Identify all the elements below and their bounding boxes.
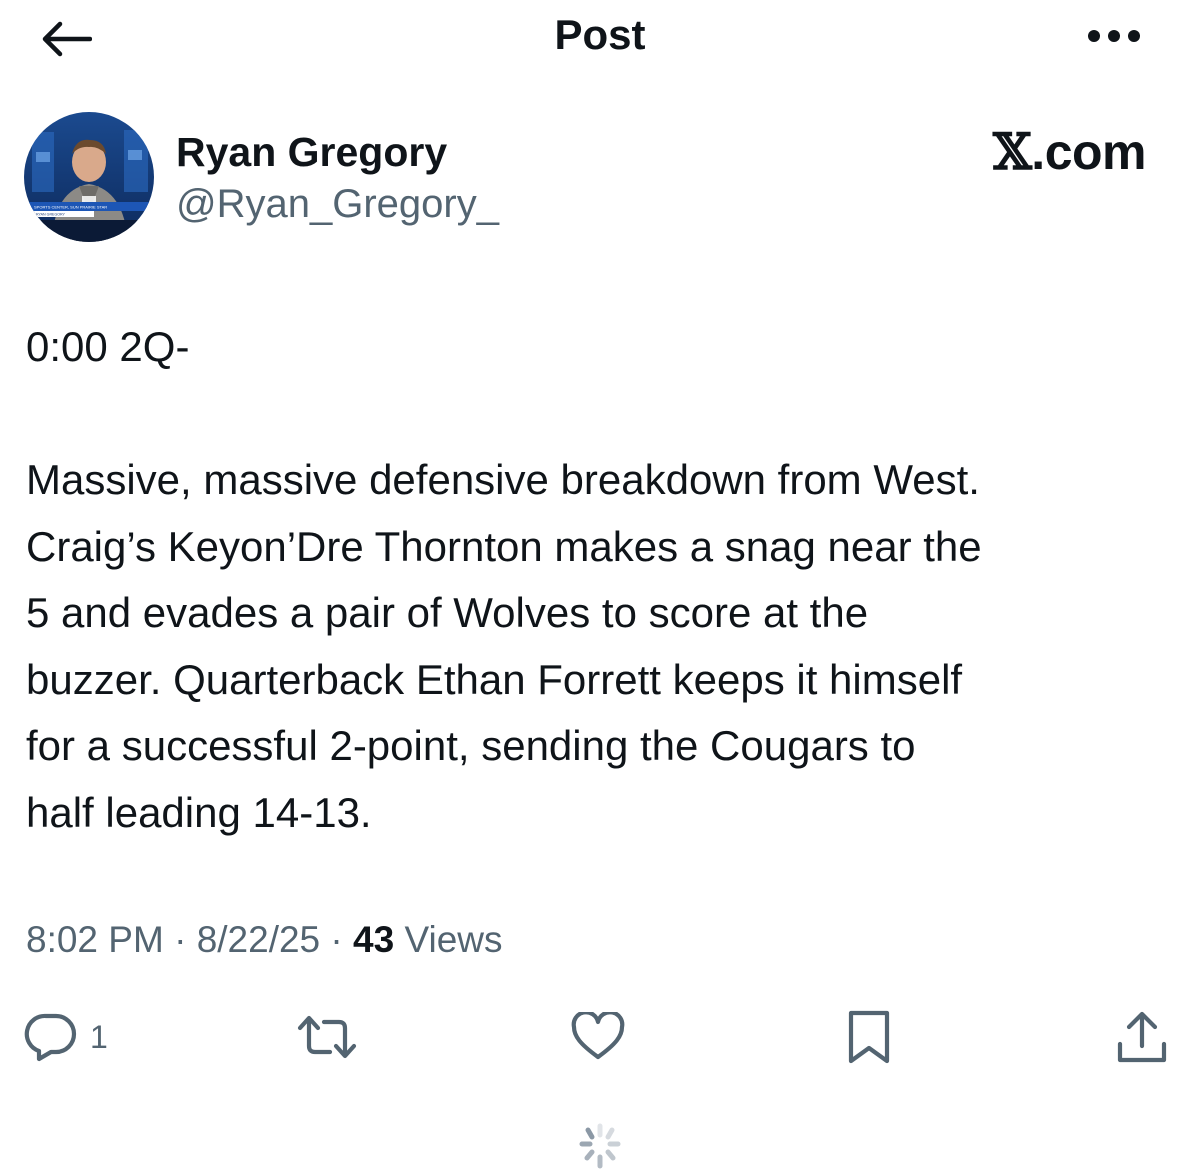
share-button[interactable] (1114, 1005, 1170, 1069)
bookmark-button[interactable] (846, 1005, 892, 1069)
x-com-watermark: 𝕏.com (993, 122, 1146, 181)
brand-suffix: .com (1031, 124, 1146, 180)
meta-separator: · (163, 919, 197, 960)
post-line: 5 and evades a pair of Wolves to score a… (26, 589, 869, 636)
more-options-button[interactable] (1084, 16, 1144, 56)
heart-icon (571, 1012, 625, 1060)
share-icon (1117, 1011, 1167, 1063)
author-display-name[interactable]: Ryan Gregory (176, 128, 447, 176)
post-line: Craig’s Keyon’Dre Thornton makes a snag … (26, 522, 982, 570)
bookmark-icon (848, 1010, 890, 1064)
post-meta: 8:02 PM · 8/22/25 · 43 Views (26, 915, 503, 965)
meta-separator: · (320, 919, 354, 960)
views-count[interactable]: 43 (353, 919, 394, 960)
loading-spinner-icon (579, 1123, 621, 1169)
avatar-caption-name: RYAN GREGORY (36, 213, 66, 217)
x-logo: 𝕏 (993, 122, 1032, 181)
post-date[interactable]: 8/22/25 (197, 919, 320, 960)
more-horizontal-icon (1088, 30, 1140, 42)
author-handle[interactable]: @Ryan_Gregory_ (176, 180, 499, 228)
post-line: Massive, massive defensive breakdown fro… (26, 456, 980, 503)
post-time[interactable]: 8:02 PM (26, 919, 164, 960)
top-bar: Post (0, 0, 1200, 80)
avatar[interactable]: SPORTS CENTER, SUN PRAIRIE STAR RYAN GRE… (24, 112, 154, 242)
repost-icon (297, 1015, 357, 1059)
post-author: SPORTS CENTER, SUN PRAIRIE STAR RYAN GRE… (24, 112, 1174, 242)
reply-icon (24, 1013, 77, 1062)
profile-photo: SPORTS CENTER, SUN PRAIRIE STAR RYAN GRE… (24, 112, 154, 242)
reply-count: 1 (90, 1018, 108, 1055)
post-line: buzzer. Quarterback Ethan Forrett keeps … (26, 655, 963, 703)
repost-button[interactable] (296, 1005, 358, 1069)
reply-button[interactable]: 1 (24, 1005, 108, 1069)
views-label: Views (394, 919, 503, 960)
post-line: 0:00 2Q- (26, 323, 190, 370)
post-line-gap (26, 381, 1176, 448)
action-bar: 1 (0, 1005, 1200, 1069)
post-line: half leading 14-13. (26, 788, 372, 836)
post-text: 0:00 2Q- Massive, massive defensive brea… (26, 314, 1176, 846)
post-line: for a successful 2-point, sending the Co… (26, 722, 916, 769)
page-title: Post (554, 11, 646, 58)
like-button[interactable] (570, 1005, 626, 1069)
avatar-caption: SPORTS CENTER, SUN PRAIRIE STAR (34, 205, 107, 210)
